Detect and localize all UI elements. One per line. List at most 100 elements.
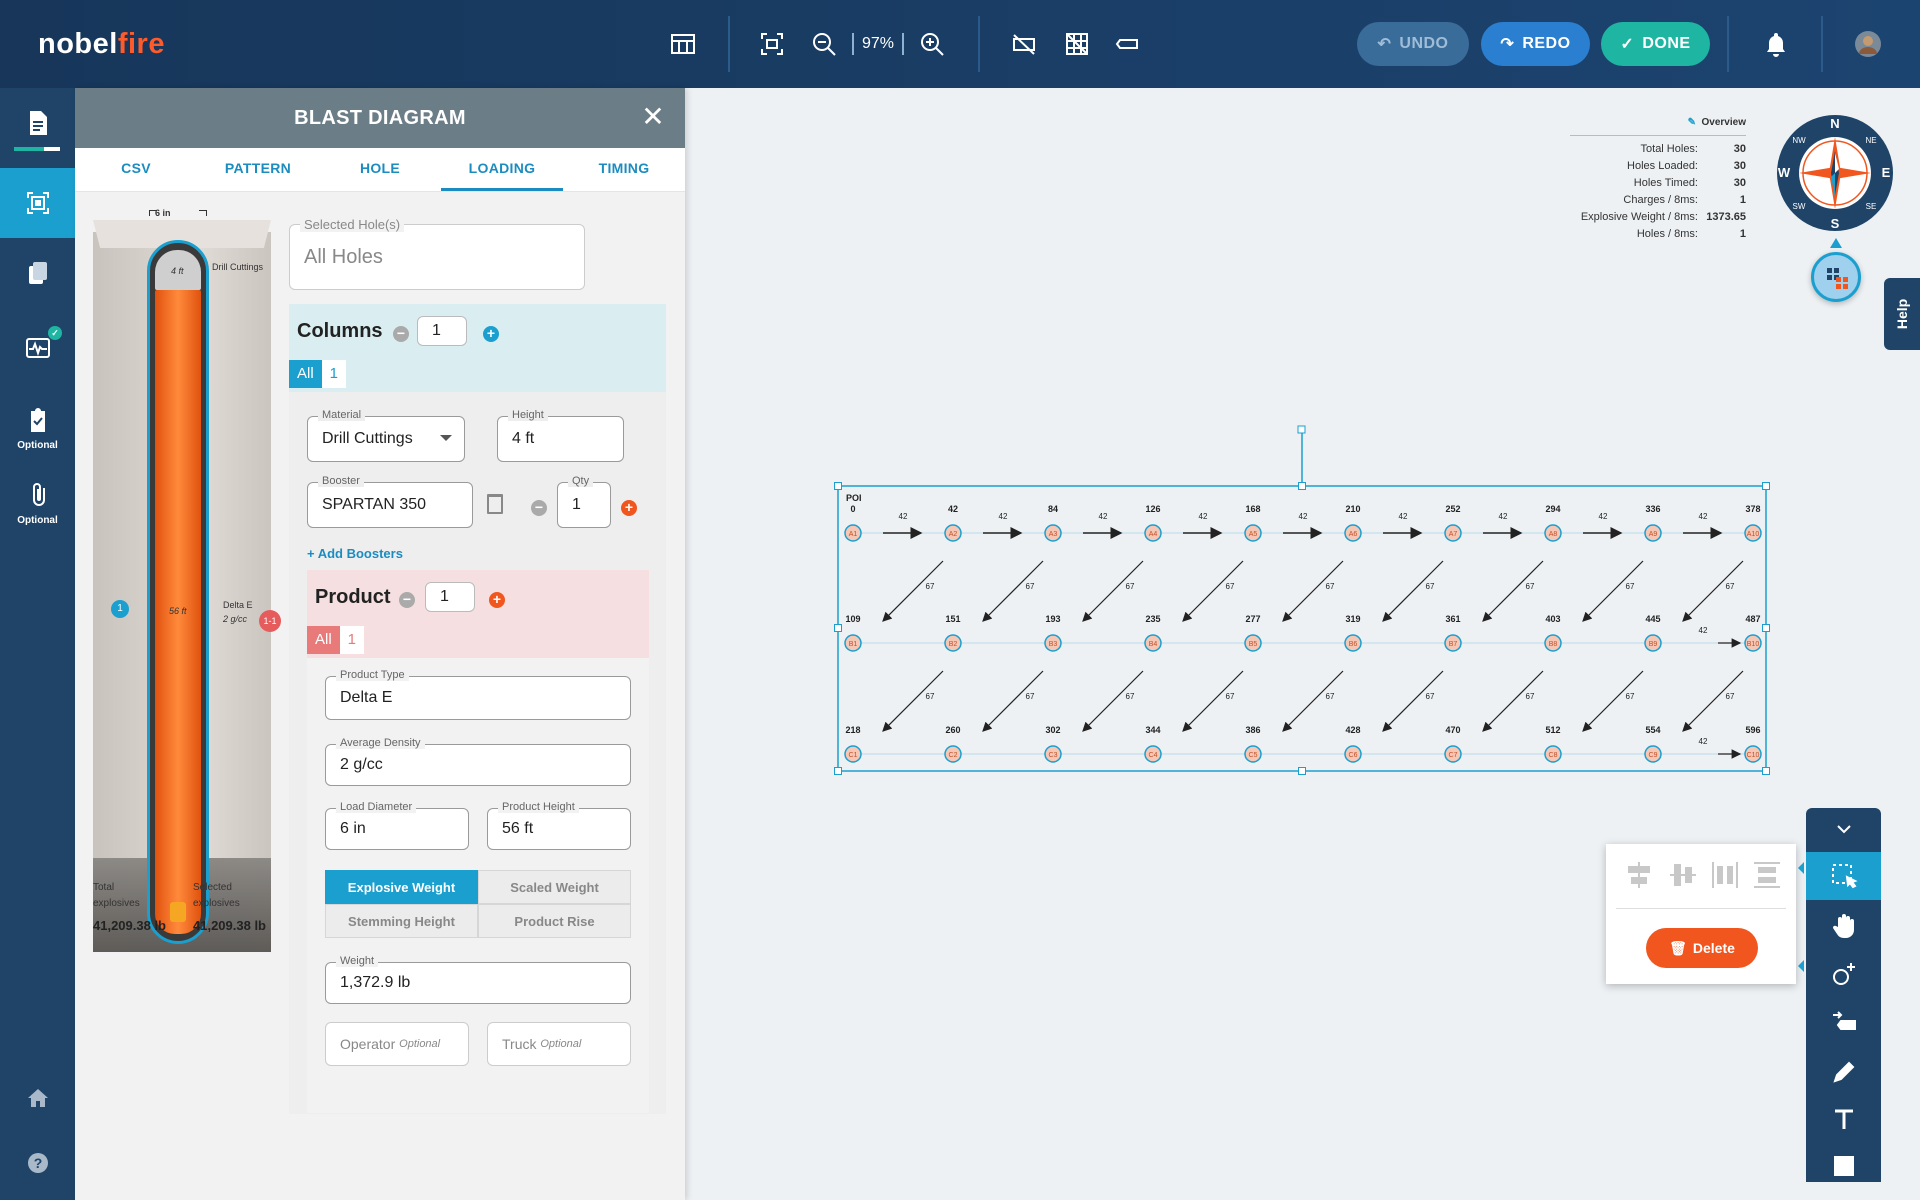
load-diameter-field[interactable]: Load Diameter 6 in xyxy=(325,801,469,850)
qty-plus-icon[interactable]: + xyxy=(621,500,637,516)
redo-icon: ↷ xyxy=(1500,36,1515,53)
tab-loading[interactable]: LOADING xyxy=(441,148,563,191)
resize-handle[interactable] xyxy=(834,767,842,775)
product-height-field[interactable]: Product Height 56 ft xyxy=(487,801,631,850)
draw-tool[interactable] xyxy=(1806,1048,1881,1096)
table-view-icon[interactable] xyxy=(663,24,703,64)
height-value: 4 ft xyxy=(512,430,535,447)
distribute-horizontal-icon[interactable] xyxy=(1712,862,1738,888)
operator-field[interactable]: Operator Optional xyxy=(325,1022,469,1066)
fit-screen-icon[interactable] xyxy=(752,24,792,64)
align-center-horizontal-icon[interactable] xyxy=(1670,862,1696,888)
rotate-handle[interactable] xyxy=(1297,425,1306,434)
distribute-vertical-icon[interactable] xyxy=(1754,862,1780,888)
qty-field[interactable]: Qty 1 xyxy=(557,475,611,528)
hole-time-label: 126 xyxy=(1145,504,1160,514)
hole-id-label: A7 xyxy=(1449,531,1458,538)
product-count[interactable]: 1 xyxy=(425,582,475,612)
compass-icon[interactable]: N S E W NE NW SE SW xyxy=(1775,113,1895,233)
undo-button[interactable]: ↶ UNDO xyxy=(1357,22,1469,66)
columns-plus-icon[interactable]: + xyxy=(483,326,499,342)
delete-button[interactable]: 🗑 Delete xyxy=(1646,928,1758,968)
shape-tool[interactable] xyxy=(1806,1142,1881,1190)
height-field[interactable]: Height 4 ft xyxy=(497,409,624,462)
weight-field[interactable]: Weight 1,372.9 lb xyxy=(325,955,631,1004)
nav-diagram[interactable] xyxy=(0,168,75,238)
resize-handle[interactable] xyxy=(834,482,842,490)
add-hole-tool[interactable] xyxy=(1806,950,1881,998)
collapse-tools-button[interactable] xyxy=(1806,808,1881,850)
resize-handle[interactable] xyxy=(1762,624,1770,632)
selected-holes-field[interactable]: Selected Hole(s) All Holes xyxy=(289,217,585,290)
product-plus-icon[interactable]: + xyxy=(489,592,505,608)
nav-checklist[interactable]: Optional xyxy=(0,388,75,468)
product-minus-icon[interactable]: − xyxy=(399,592,415,608)
marquee-select-icon xyxy=(1831,864,1858,889)
qty-minus-icon[interactable]: − xyxy=(531,500,547,516)
overview-title[interactable]: ✎ Overview xyxy=(1688,117,1746,128)
pan-tool[interactable] xyxy=(1806,902,1881,950)
done-button[interactable]: ✓ DONE xyxy=(1601,22,1710,66)
nav-documents[interactable] xyxy=(0,238,75,308)
zoom-level[interactable]: 97% xyxy=(852,33,904,55)
hide-grid-icon[interactable] xyxy=(1057,24,1097,64)
resize-handle[interactable] xyxy=(1298,482,1306,490)
product-seg-all[interactable]: All xyxy=(307,626,340,654)
nav-attachments[interactable]: Optional xyxy=(0,463,75,543)
bell-icon[interactable] xyxy=(1756,24,1796,64)
avg-density-field[interactable]: Average Density 2 g/cc xyxy=(325,737,631,786)
align-center-vertical-icon[interactable] xyxy=(1626,862,1652,888)
blast-pattern-diagram[interactable]: POI0 A1 42 42 A2 42 67 84 A3 42 67 126 A4 42 67 168 A5 42… xyxy=(825,420,1775,780)
scaled-weight-toggle[interactable]: Scaled Weight xyxy=(478,870,631,904)
material-select[interactable]: Material Drill Cuttings xyxy=(307,409,465,462)
columns-count[interactable]: 1 xyxy=(417,316,467,346)
cuttings-height-label: 4 ft xyxy=(171,266,184,276)
resize-handle[interactable] xyxy=(1762,482,1770,490)
add-boosters-link[interactable]: + Add Boosters xyxy=(307,546,403,561)
product-badge[interactable]: 1-1 xyxy=(259,610,281,632)
tag-icon[interactable] xyxy=(1108,24,1148,64)
diagonal-delay-arrow xyxy=(1682,670,1744,732)
layers-button[interactable] xyxy=(1811,252,1861,302)
ov-value: 1 xyxy=(1739,228,1746,240)
operator-label: Operator xyxy=(340,1036,396,1052)
truck-field[interactable]: Truck Optional xyxy=(487,1022,631,1066)
diagonal-delay-label: 67 xyxy=(1126,582,1135,591)
columns-seg-all[interactable]: All xyxy=(289,360,322,388)
redo-button[interactable]: ↷ REDO xyxy=(1481,22,1590,66)
hide-labels-icon[interactable] xyxy=(1004,24,1044,64)
resize-handle[interactable] xyxy=(1762,767,1770,775)
product-density-label: 2 g/cc xyxy=(223,614,248,624)
product-rise-toggle[interactable]: Product Rise xyxy=(478,904,631,938)
swap-label-tool[interactable] xyxy=(1806,998,1881,1046)
zoom-in-icon[interactable] xyxy=(912,24,952,64)
booster-field[interactable]: Booster SPARTAN 350 xyxy=(307,475,473,528)
zoom-out-icon[interactable] xyxy=(804,24,844,64)
columns-seg-1[interactable]: 1 xyxy=(321,360,347,388)
product-type-field[interactable]: Product Type Delta E xyxy=(325,669,631,720)
close-icon[interactable]: ✕ xyxy=(641,103,665,131)
text-icon xyxy=(1834,1109,1853,1129)
explosive-weight-toggle[interactable]: Explosive Weight xyxy=(325,870,478,904)
product-seg-1[interactable]: 1 xyxy=(339,626,365,654)
hole-time-label: 319 xyxy=(1345,614,1360,624)
ov-key: Holes Timed: xyxy=(1633,177,1698,189)
tab-hole[interactable]: HOLE xyxy=(319,148,441,191)
resize-handle[interactable] xyxy=(1298,767,1306,775)
nav-vibration[interactable]: ✓ xyxy=(0,308,75,388)
tab-pattern[interactable]: PATTERN xyxy=(197,148,319,191)
selection-box[interactable] xyxy=(837,485,1767,772)
select-tool[interactable] xyxy=(1806,852,1881,900)
trash-icon[interactable] xyxy=(487,494,503,514)
nav-home[interactable] xyxy=(0,1068,75,1128)
nav-help[interactable]: ? xyxy=(0,1133,75,1193)
avatar[interactable] xyxy=(1848,24,1888,64)
stemming-height-toggle[interactable]: Stemming Height xyxy=(325,904,478,938)
tab-timing[interactable]: TIMING xyxy=(563,148,685,191)
help-tab[interactable]: Help xyxy=(1884,278,1920,350)
text-tool[interactable] xyxy=(1806,1096,1881,1144)
column-badge[interactable]: 1 xyxy=(111,600,129,618)
resize-handle[interactable] xyxy=(834,624,842,632)
columns-minus-icon[interactable]: − xyxy=(393,326,409,342)
tab-csv[interactable]: CSV xyxy=(75,148,197,191)
